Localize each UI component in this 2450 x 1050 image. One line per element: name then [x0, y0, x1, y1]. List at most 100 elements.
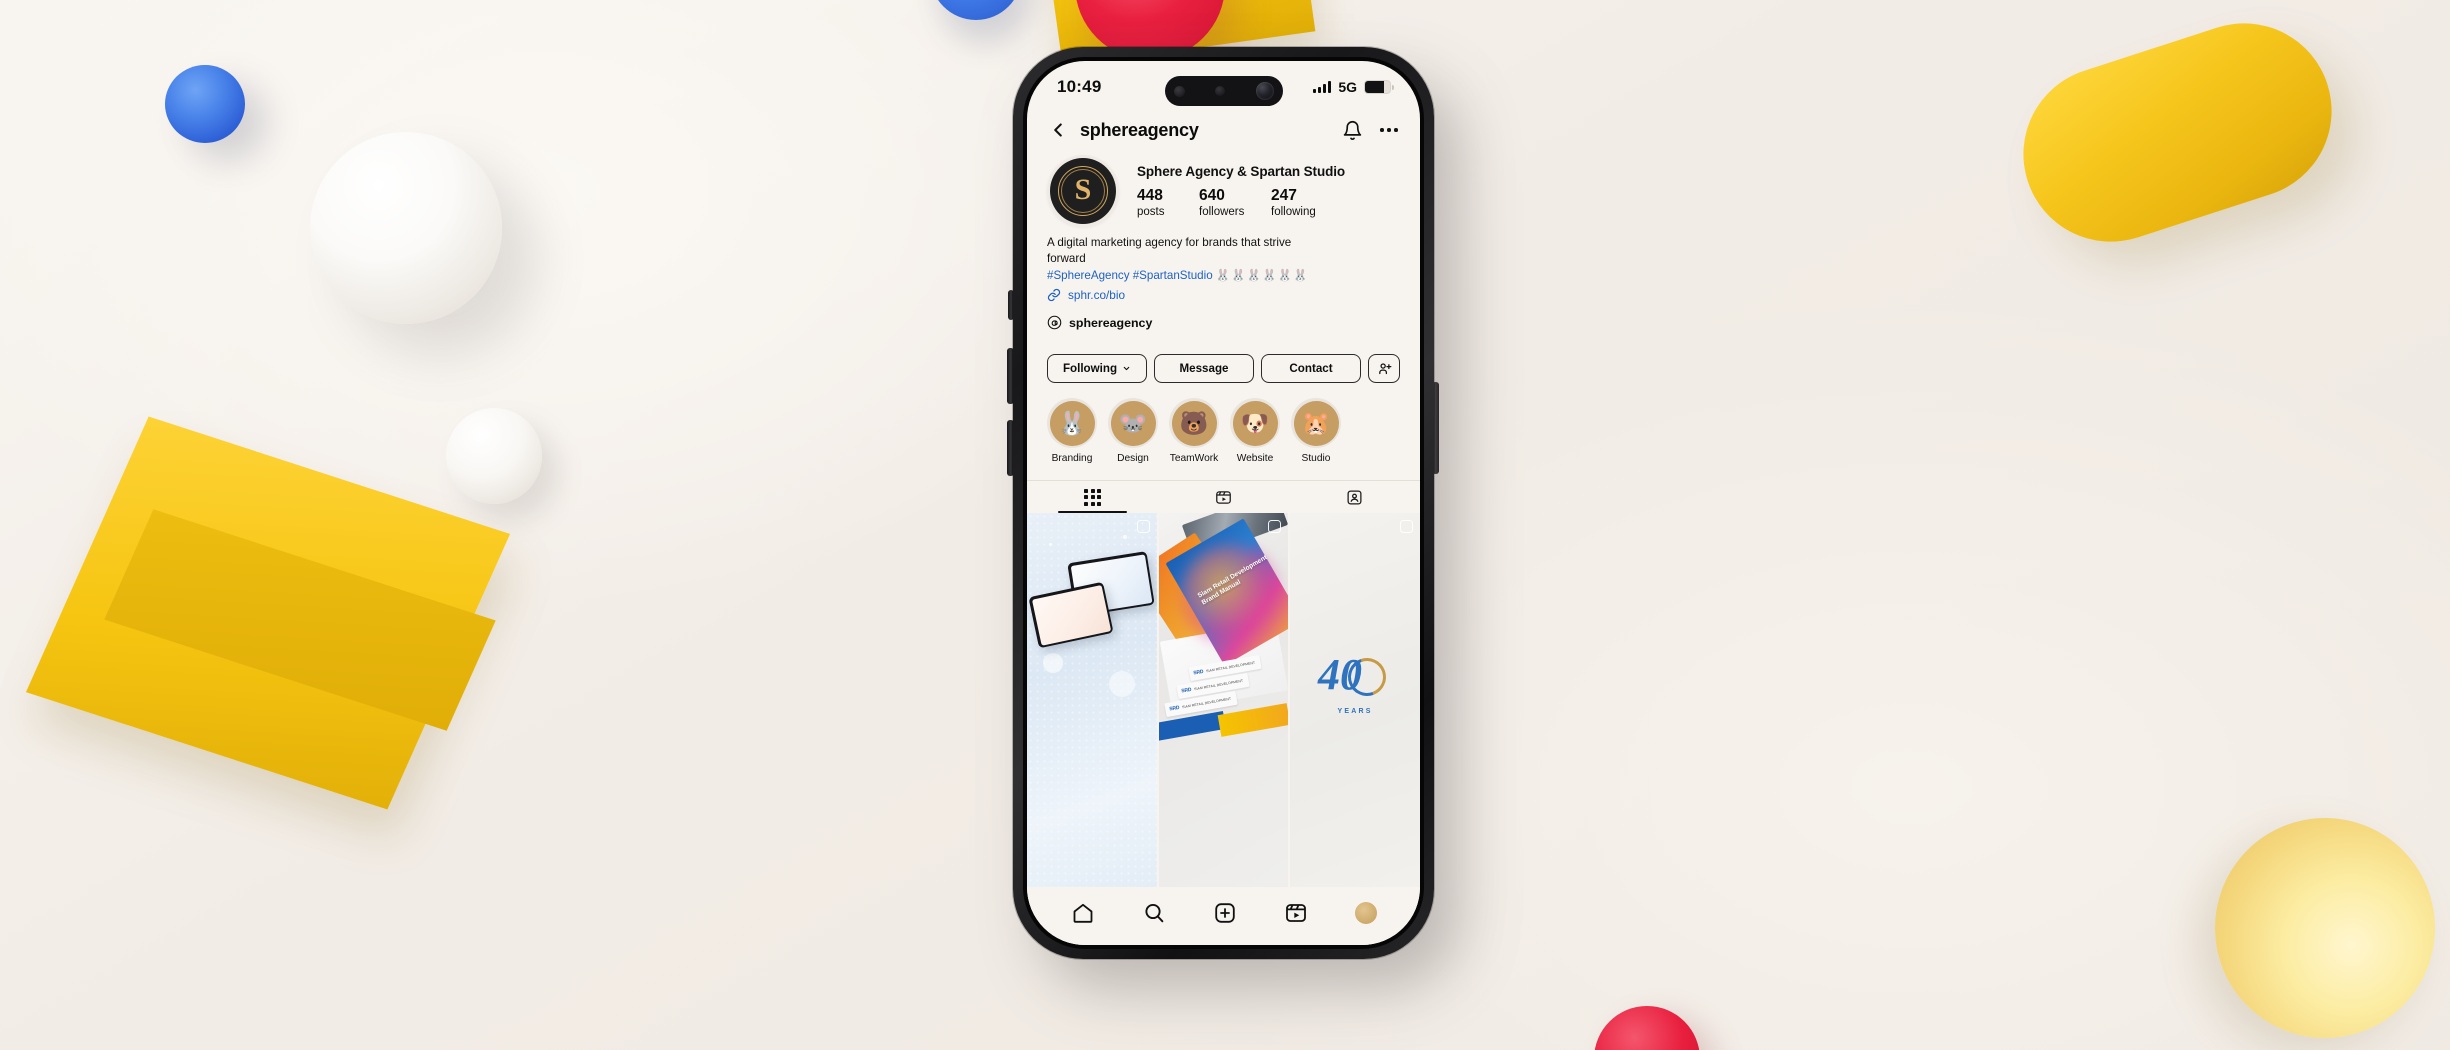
status-bar: 10:49 5G: [1027, 61, 1420, 113]
chevron-left-icon[interactable]: [1047, 119, 1069, 141]
add-person-icon: [1378, 363, 1391, 375]
bio-link-text[interactable]: sphr.co/bio: [1068, 288, 1125, 302]
bottom-navigation: [1027, 887, 1420, 945]
highlight-studio[interactable]: 🐹 Studio: [1291, 398, 1341, 464]
profile-username: sphereagency: [1080, 119, 1199, 140]
post-laptop-mockups[interactable]: [1027, 513, 1157, 887]
link-icon: [1047, 289, 1061, 302]
bio-hashtag-text[interactable]: #SphereAgency #SpartanStudio: [1047, 269, 1213, 282]
battery-icon: [1364, 80, 1394, 94]
network-type-label: 5G: [1338, 79, 1357, 95]
contact-button[interactable]: Contact: [1261, 354, 1361, 384]
blue-sphere-top-shape: [930, 0, 1022, 20]
highlight-ring: 🐻: [1169, 398, 1219, 449]
white-sphere-large-shape: [310, 132, 502, 324]
highlight-ring: 🐶: [1230, 398, 1280, 449]
profile-meta: Sphere Agency & Spartan Studio 448 posts…: [1137, 164, 1400, 217]
following-button[interactable]: Following: [1047, 354, 1147, 384]
stat-following[interactable]: 247 following: [1271, 187, 1333, 217]
stat-posts-label: posts: [1137, 205, 1165, 218]
cellular-bars-icon: [1313, 81, 1332, 93]
reels-icon: [1216, 491, 1231, 504]
status-time: 10:49: [1057, 77, 1102, 96]
highlight-design[interactable]: 🐭 Design: [1108, 398, 1158, 464]
yellow-bar-decor: [1217, 703, 1289, 738]
profile-actions: Following Message Contact: [1027, 330, 1420, 384]
profile-stats: 448 posts 640 followers 247 following: [1137, 187, 1400, 217]
threads-row[interactable]: sphereagency: [1047, 315, 1400, 330]
tab-tagged[interactable]: [1289, 481, 1420, 513]
bio-hashtags[interactable]: #SphereAgency #SpartanStudio 🐰🐰🐰🐰🐰🐰: [1047, 268, 1400, 284]
camera-sensor-icon: [1173, 85, 1185, 97]
red-sphere-bottom-shape: [1594, 1006, 1700, 1050]
bell-icon[interactable]: [1342, 120, 1363, 141]
sphere-agency-logo: S: [1050, 158, 1116, 224]
yellow-sphere-bottom-shape: [2215, 818, 2435, 1038]
following-button-label: Following: [1062, 362, 1118, 376]
highlight-cover: 🐰: [1049, 400, 1095, 446]
home-icon[interactable]: [1071, 901, 1095, 925]
bio-link-row[interactable]: sphr.co/bio: [1047, 288, 1400, 302]
multi-post-icon: [1136, 520, 1150, 534]
post-grid: Siam Retail Development Brand Manual SRD…: [1027, 513, 1420, 887]
message-button[interactable]: Message: [1154, 354, 1254, 384]
tagged-icon: [1347, 490, 1362, 505]
add-person-button[interactable]: [1368, 354, 1400, 384]
tab-reels[interactable]: [1158, 481, 1289, 513]
stat-followers[interactable]: 640 followers: [1199, 187, 1271, 217]
highlight-ring: 🐹: [1291, 398, 1341, 449]
avatar-letter: S: [1074, 173, 1092, 206]
highlight-cover: 🐭: [1110, 400, 1156, 446]
highlight-cover: 🐹: [1293, 400, 1339, 446]
bio-line-1: A digital marketing agency for brands th…: [1047, 236, 1292, 249]
tab-grid[interactable]: [1027, 481, 1158, 514]
highlight-label: Website: [1236, 453, 1274, 465]
logo-mark: 40: [1318, 651, 1393, 703]
blue-sphere-small-shape: [165, 65, 245, 143]
status-indicators: 5G: [1313, 79, 1394, 95]
card-brand-2: SRD: [1180, 687, 1192, 695]
highlight-branding[interactable]: 🐰 Branding: [1047, 398, 1097, 464]
post-brand-manual[interactable]: Siam Retail Development Brand Manual SRD…: [1158, 513, 1289, 887]
dynamic-island: [1164, 76, 1283, 106]
white-sphere-small-shape: [446, 408, 542, 504]
stat-followers-value: 640: [1199, 187, 1225, 205]
more-options-icon[interactable]: [1380, 128, 1398, 132]
front-camera-icon: [1255, 82, 1274, 100]
stat-posts[interactable]: 448 posts: [1137, 187, 1199, 217]
grid-icon: [1084, 488, 1101, 506]
profile-bio: A digital marketing agency for brands th…: [1027, 227, 1420, 330]
highlight-cover: 🐶: [1232, 400, 1278, 446]
phone-screen: 10:49 5G sphereagency S Sphere Agency & …: [1027, 61, 1420, 945]
profile-avatar[interactable]: [1354, 902, 1377, 924]
highlight-label: TeamWork: [1169, 453, 1219, 465]
message-button-label: Message: [1179, 362, 1229, 376]
threads-handle[interactable]: sphereagency: [1069, 316, 1152, 330]
stat-followers-label: followers: [1199, 205, 1245, 218]
bio-emoji: 🐰🐰🐰🐰🐰🐰: [1215, 268, 1309, 282]
phone-bezel: 10:49 5G sphereagency S Sphere Agency & …: [1023, 57, 1424, 949]
post-40-years[interactable]: 40 YEARS: [1290, 513, 1420, 887]
card-brand-1: SRD: [1192, 669, 1204, 677]
multi-post-icon: [1268, 520, 1282, 534]
avatar[interactable]: S: [1047, 155, 1119, 227]
reels-icon[interactable]: [1284, 901, 1308, 925]
chevron-down-icon: [1123, 367, 1130, 371]
yellow-capsule-shape: [2000, 0, 2355, 265]
search-icon[interactable]: [1142, 901, 1166, 925]
story-highlights: 🐰 Branding 🐭 Design 🐻 TeamWork 🐶 Website…: [1027, 383, 1420, 464]
highlight-ring: 🐭: [1108, 398, 1158, 449]
profile-header: sphereagency: [1027, 113, 1420, 145]
highlight-cover: 🐻: [1171, 400, 1217, 446]
stat-following-value: 247: [1271, 187, 1297, 205]
logo-years-label: YEARS: [1337, 708, 1373, 716]
highlight-website[interactable]: 🐶 Website: [1230, 398, 1280, 464]
profile-full-name: Sphere Agency & Spartan Studio: [1137, 164, 1346, 180]
stat-following-label: following: [1271, 205, 1316, 218]
multi-post-icon: [1400, 520, 1413, 534]
profile-tabs: [1027, 480, 1420, 514]
highlight-teamwork[interactable]: 🐻 TeamWork: [1169, 398, 1219, 464]
plus-square-icon[interactable]: [1213, 901, 1237, 925]
anniversary-logo: 40 YEARS: [1318, 651, 1393, 716]
profile-identity-row: S Sphere Agency & Spartan Studio 448 pos…: [1027, 145, 1420, 227]
